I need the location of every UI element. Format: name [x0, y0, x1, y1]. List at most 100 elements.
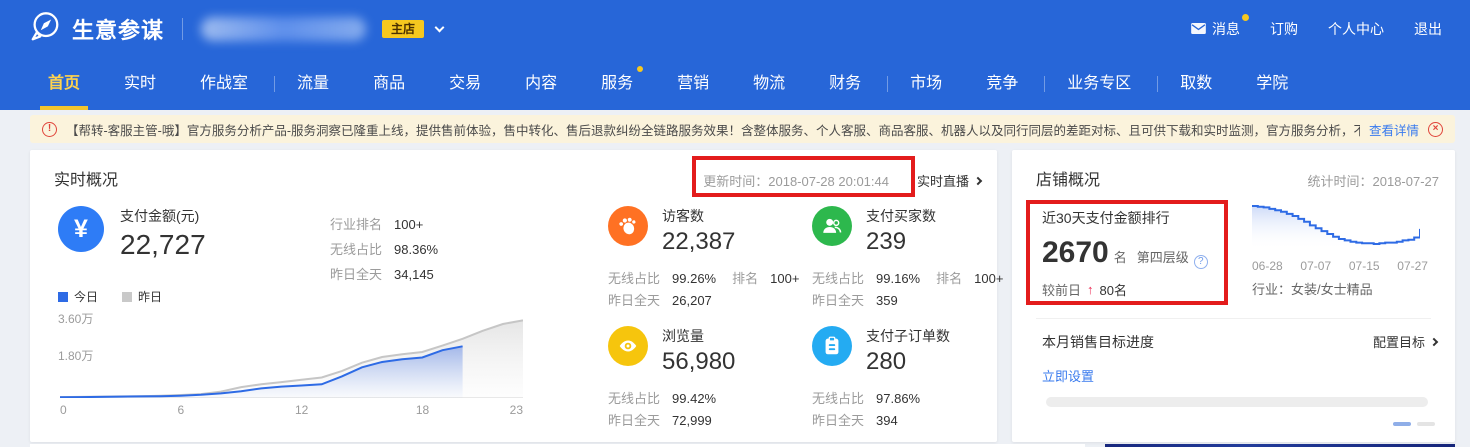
tab-traffic-label: 流量 [297, 75, 329, 92]
header-divider [182, 18, 183, 40]
compass-logo-icon [28, 10, 62, 49]
notice-detail-link[interactable]: 查看详情 [1369, 120, 1419, 139]
legend-yesterday[interactable]: 昨日 [122, 288, 162, 305]
metric-paying-buyers: 支付买家数 239 无线占比99.16%排名100+ 昨日全天359 [812, 206, 1012, 312]
notification-dot [1242, 14, 1249, 21]
orders-clipboard-icon [812, 326, 852, 366]
goal-title: 本月销售目标进度 [1042, 332, 1154, 352]
metric-paid-suborders: 支付子订单数 280 无线占比97.86% 昨日全天394 [812, 326, 1012, 432]
metric-value: 280 [866, 348, 950, 376]
brand-logo-group[interactable]: 生意参谋 [28, 10, 164, 49]
buyers-icon [812, 206, 852, 246]
realtime-header-right: 更新时间：2018-07-28 20:01:44 实时直播 [703, 171, 981, 190]
store-chevron-down-icon[interactable] [435, 22, 445, 32]
section-divider [1036, 318, 1431, 319]
tab-competition[interactable]: 竞争 [986, 58, 1018, 110]
tab-content[interactable]: 内容 [525, 58, 557, 110]
tab-products[interactable]: 商品 [373, 58, 405, 110]
tab-trade-label: 交易 [449, 75, 481, 92]
tab-finance[interactable]: 财务 [829, 58, 861, 110]
carousel-dash-active[interactable] [1393, 422, 1411, 426]
stat-value: 394 [876, 413, 898, 428]
tab-logistics[interactable]: 物流 [753, 58, 785, 110]
rank-change: 80名 [1100, 280, 1127, 299]
tab-academy[interactable]: 学院 [1256, 58, 1288, 110]
tab-traffic[interactable]: 流量 [297, 58, 329, 110]
chevron-right-icon [974, 176, 982, 184]
x-tick: 12 [295, 403, 308, 417]
stat-label: 无线占比 [812, 391, 864, 406]
stat-value: 99.16% [876, 271, 920, 286]
tab-trade[interactable]: 交易 [449, 58, 481, 110]
services-dot [637, 66, 643, 72]
tab-services-label: 服务 [601, 75, 633, 92]
tab-realtime-label: 实时 [124, 75, 156, 92]
main-store-badge: 主店 [382, 20, 424, 38]
tab-home-label: 首页 [48, 75, 80, 92]
menu-logout[interactable]: 退出 [1414, 19, 1442, 39]
x-tick: 23 [510, 403, 523, 417]
tab-data-extract-label: 取数 [1180, 75, 1212, 92]
tab-market[interactable]: 市场 [910, 58, 942, 110]
rank-trend-block: 06-28 07-07 07-15 07-27 行业：女装/女士精品 [1252, 202, 1432, 298]
live-broadcast-link[interactable]: 实时直播 [917, 171, 981, 190]
tab-business-zone[interactable]: 业务专区 [1067, 58, 1131, 110]
tab-realtime[interactable]: 实时 [124, 58, 156, 110]
stat-label: 昨日全天 [608, 413, 660, 428]
stat-value: 99.42% [672, 391, 716, 406]
x-tick: 0 [60, 403, 67, 417]
visitors-icon [608, 206, 648, 246]
tab-war-room[interactable]: 作战室 [200, 58, 248, 110]
menu-personal-center[interactable]: 个人中心 [1328, 19, 1384, 39]
stat-value: 100+ [394, 217, 423, 232]
store-name-blurred[interactable] [201, 17, 366, 41]
chart-legend: 今日 昨日 [58, 288, 162, 305]
tab-data-extract[interactable]: 取数 [1180, 58, 1212, 110]
payment-rank-block: 近30天支付金额排行 2670 名 第四层级 ? 较前日 ↑ 80名 [1042, 208, 1208, 299]
menu-subscribe[interactable]: 订购 [1270, 19, 1298, 39]
legend-today[interactable]: 今日 [58, 288, 98, 305]
tab-marketing-label: 营销 [677, 75, 709, 92]
realtime-title: 实时概况 [54, 166, 118, 190]
chevron-right-icon [1430, 337, 1438, 345]
legend-yesterday-label: 昨日 [138, 288, 162, 305]
tab-logistics-label: 物流 [753, 75, 785, 92]
menu-messages-label: 消息 [1212, 19, 1240, 39]
industry-label: 行业：女装/女士精品 [1252, 279, 1432, 298]
stat-label: 排名 [936, 271, 962, 286]
payment-stats: 行业排名100+ 无线占比98.36% 昨日全天34,145 [330, 212, 454, 287]
update-time-value: 2018-07-28 20:01:44 [768, 174, 889, 189]
shop-overview-card: 店铺概况 统计时间：2018-07-27 近30天支付金额排行 2670 名 第… [1012, 150, 1455, 442]
stat-value: 100+ [770, 271, 799, 286]
help-icon[interactable]: ? [1194, 255, 1208, 269]
nav-divider [887, 76, 888, 92]
tab-content-label: 内容 [525, 75, 557, 92]
tab-marketing[interactable]: 营销 [677, 58, 709, 110]
payment-value: 22,727 [120, 229, 206, 261]
top-header: 生意参谋 主店 消息 订购 个人中心 退出 [0, 0, 1470, 58]
x-tick: 6 [177, 403, 184, 417]
setup-now-link[interactable]: 立即设置 [1042, 366, 1094, 385]
tab-academy-label: 学院 [1256, 75, 1288, 92]
stat-label: 昨日全天 [812, 293, 864, 308]
metric-visitors: 访客数 22,387 无线占比99.26%排名100+ 昨日全天26,207 [608, 206, 808, 312]
tab-war-room-label: 作战室 [200, 75, 248, 92]
nav-divider [274, 76, 275, 92]
notice-close-icon[interactable]: × [1428, 122, 1443, 137]
carousel-dash-inactive[interactable] [1417, 422, 1435, 426]
tab-home[interactable]: 首页 [48, 58, 80, 110]
stat-value: 34,145 [394, 267, 434, 282]
legend-today-label: 今日 [74, 288, 98, 305]
metric-value: 56,980 [662, 348, 735, 376]
stat-value: 99.26% [672, 271, 716, 286]
stat-value: 26,207 [672, 293, 712, 308]
menu-messages[interactable]: 消息 [1191, 19, 1240, 39]
configure-goal-link[interactable]: 配置目标 [1373, 332, 1437, 351]
payment-trend-chart [60, 316, 523, 398]
stat-label: 无线占比 [608, 271, 660, 286]
stat-label: 无线占比 [330, 242, 382, 257]
stat-label: 昨日全天 [330, 267, 382, 282]
tab-business-zone-label: 业务专区 [1067, 75, 1131, 92]
tab-services[interactable]: 服务 [601, 58, 633, 110]
arrow-up-icon: ↑ [1087, 282, 1094, 297]
